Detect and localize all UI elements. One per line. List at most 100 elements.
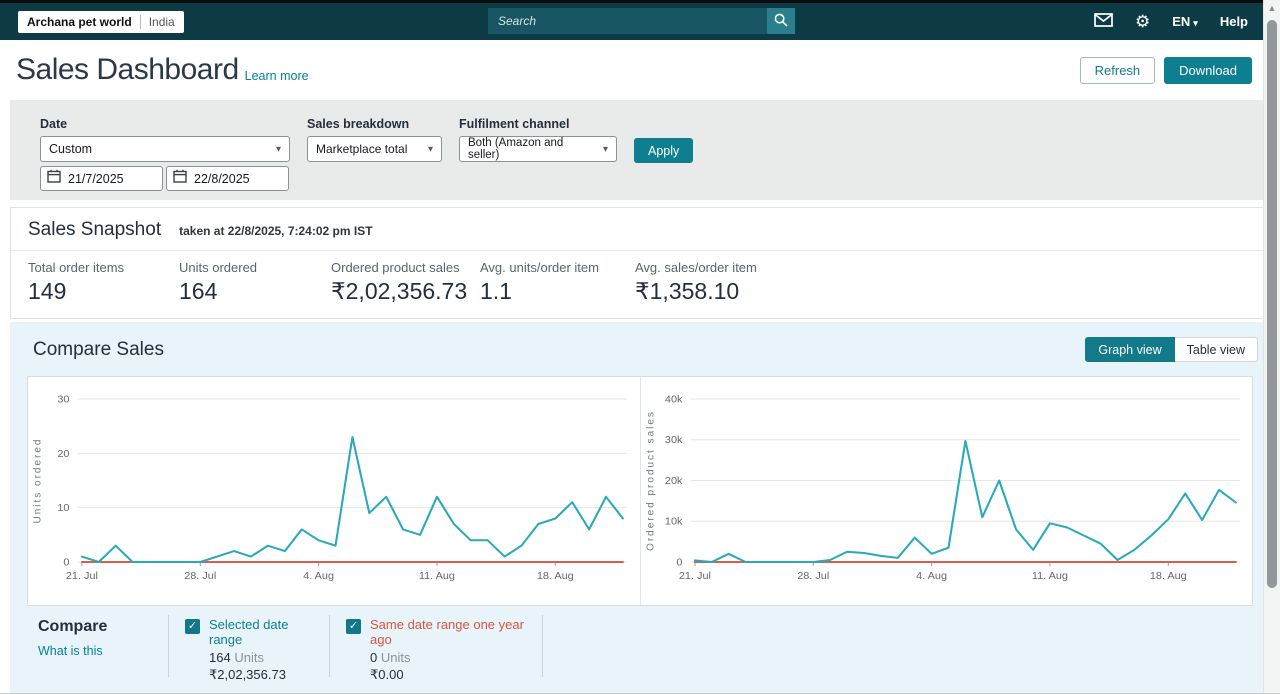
- stat-value: 164: [179, 278, 331, 305]
- channel-select[interactable]: Both (Amazon and seller) ▾: [459, 136, 617, 162]
- svg-text:21. Jul: 21. Jul: [678, 570, 710, 582]
- stat-ordered-product-sales: Ordered product sales ₹2,02,356.73: [331, 260, 480, 305]
- selected-range-checkbox[interactable]: ✓: [185, 619, 200, 634]
- snapshot-title: Sales Snapshot: [28, 219, 161, 241]
- what-is-this-link[interactable]: What is this: [38, 644, 168, 658]
- svg-text:18. Aug: 18. Aug: [537, 570, 574, 582]
- marketplace-name: India: [140, 15, 175, 29]
- search-button[interactable]: [767, 8, 795, 34]
- breakdown-filter-group: Sales breakdown Marketplace total ▾: [307, 117, 442, 200]
- view-toggle: Graph view Table view: [1085, 337, 1258, 362]
- download-button[interactable]: Download: [1164, 57, 1252, 84]
- svg-text:21. Jul: 21. Jul: [66, 570, 98, 582]
- vertical-scrollbar[interactable]: ▲: [1263, 0, 1280, 694]
- scrollbar-thumb[interactable]: [1267, 20, 1277, 588]
- legend-item-selected-range: ✓ Selected date range 164 Units ₹2,02,35…: [169, 615, 329, 683]
- filter-bar: Date Custom ▾: [10, 100, 1270, 200]
- stat-value: 149: [28, 278, 179, 305]
- seller-account-switcher[interactable]: Archana pet world India: [18, 11, 184, 33]
- date-from-input[interactable]: [68, 172, 148, 186]
- calendar-icon: [47, 169, 61, 188]
- help-link[interactable]: Help: [1220, 14, 1248, 29]
- seller-name: Archana pet world: [27, 15, 132, 29]
- svg-text:0: 0: [63, 557, 69, 569]
- legend-item-year-ago: ✓ Same date range one year ago 0 Units ₹…: [330, 615, 542, 683]
- stat-label: Avg. sales/order item: [635, 260, 757, 275]
- legend-amount: ₹2,02,356.73: [209, 667, 315, 683]
- channel-filter-label: Fulfilment channel: [459, 117, 617, 131]
- svg-text:30: 30: [57, 394, 69, 406]
- navbar-right-group: ⚙ EN▾ Help: [1094, 13, 1266, 30]
- compare-label-block: Compare What is this: [38, 615, 168, 658]
- compare-legend-row: Compare What is this ✓ Selected date ran…: [38, 615, 1253, 683]
- search-input[interactable]: [488, 8, 767, 34]
- breakdown-filter-label: Sales breakdown: [307, 117, 442, 131]
- sales-snapshot-section: Sales Snapshot taken at 22/8/2025, 7:24:…: [10, 207, 1270, 319]
- svg-text:18. Aug: 18. Aug: [1149, 570, 1186, 582]
- stat-avg-units-per-order: Avg. units/order item 1.1: [480, 260, 635, 305]
- compare-heading: Compare: [38, 618, 168, 636]
- stat-total-order-items: Total order items 149: [28, 260, 179, 305]
- date-filter-group: Date Custom ▾: [40, 117, 290, 200]
- svg-text:0: 0: [676, 557, 682, 569]
- legend-units: 0 Units: [370, 650, 528, 665]
- top-navbar: Archana pet world India ⚙ EN▾ Help: [0, 3, 1280, 40]
- custom-date-inputs: [40, 166, 290, 191]
- table-view-button[interactable]: Table view: [1175, 337, 1258, 362]
- compare-sales-header: Compare Sales Graph view Table view: [10, 322, 1270, 362]
- ordered-product-sales-chart[interactable]: 010k20k30k40kOrdered product sales21. Ju…: [641, 377, 1253, 605]
- units-suffix: Units: [234, 650, 264, 665]
- refresh-button[interactable]: Refresh: [1080, 57, 1156, 84]
- date-to-input[interactable]: [194, 172, 274, 186]
- graph-view-button[interactable]: Graph view: [1085, 337, 1174, 362]
- breakdown-value: Marketplace total: [316, 142, 407, 156]
- channel-value: Both (Amazon and seller): [468, 137, 597, 161]
- apply-button[interactable]: Apply: [634, 138, 693, 163]
- svg-text:28. Jul: 28. Jul: [184, 570, 216, 582]
- legend-label[interactable]: Selected date range: [209, 617, 315, 647]
- compare-sales-section: Compare Sales Graph view Table view 0 10 2…: [10, 322, 1270, 694]
- stat-value: ₹2,02,356.73: [331, 278, 480, 305]
- date-from-field[interactable]: [40, 166, 163, 191]
- legend-label[interactable]: Same date range one year ago: [370, 617, 528, 647]
- svg-text:Units ordered: Units ordered: [32, 438, 43, 524]
- learn-more-link[interactable]: Learn more: [245, 69, 309, 83]
- legend-divider: [542, 615, 543, 677]
- legend-units: 164 Units: [209, 650, 315, 665]
- date-range-select[interactable]: Custom ▾: [40, 136, 290, 162]
- svg-text:28. Jul: 28. Jul: [797, 570, 829, 582]
- stat-label: Total order items: [28, 260, 179, 275]
- svg-text:11. Aug: 11. Aug: [1031, 570, 1067, 582]
- svg-text:20: 20: [57, 448, 69, 460]
- svg-text:4. Aug: 4. Aug: [303, 570, 334, 582]
- messages-icon[interactable]: [1094, 13, 1113, 30]
- stat-label: Avg. units/order item: [480, 260, 635, 275]
- svg-text:Ordered product sales: Ordered product sales: [645, 410, 656, 551]
- scroll-up-arrow-icon[interactable]: ▲: [1264, 3, 1280, 13]
- global-search: [488, 8, 795, 34]
- svg-text:20k: 20k: [664, 475, 682, 487]
- legend-texts: Selected date range 164 Units ₹2,02,356.…: [209, 617, 315, 683]
- chevron-down-icon: ▾: [428, 144, 433, 155]
- compare-sales-title: Compare Sales: [33, 339, 164, 361]
- date-to-field[interactable]: [166, 166, 289, 191]
- language-selector[interactable]: EN▾: [1172, 14, 1198, 29]
- units-suffix: Units: [381, 650, 411, 665]
- breakdown-select[interactable]: Marketplace total ▾: [307, 136, 442, 162]
- stat-value: 1.1: [480, 278, 635, 305]
- check-icon: ✓: [349, 620, 358, 632]
- check-icon: ✓: [188, 620, 197, 632]
- charts-card: 0 10 20 30 Units ordered 21. Jul 28. Jul 4. Aug…: [27, 376, 1253, 606]
- svg-text:10: 10: [57, 502, 69, 514]
- units-number: 0: [370, 650, 377, 665]
- snapshot-header: Sales Snapshot taken at 22/8/2025, 7:24:…: [11, 208, 1269, 251]
- year-ago-checkbox[interactable]: ✓: [346, 619, 361, 634]
- chevron-down-icon: ▾: [1193, 18, 1198, 28]
- snapshot-timestamp: taken at 22/8/2025, 7:24:02 pm IST: [179, 224, 372, 238]
- svg-text:10k: 10k: [664, 516, 682, 528]
- units-ordered-chart[interactable]: 0 10 20 30 Units ordered 21. Jul 28. Jul 4. Aug…: [28, 377, 641, 605]
- svg-text:30k: 30k: [664, 434, 682, 446]
- chevron-down-icon: ▾: [276, 144, 281, 155]
- date-range-value: Custom: [49, 142, 92, 156]
- settings-gear-icon[interactable]: ⚙: [1135, 13, 1150, 30]
